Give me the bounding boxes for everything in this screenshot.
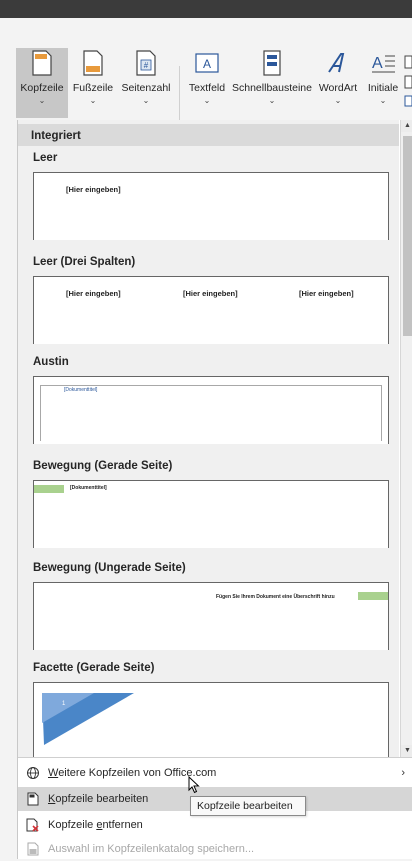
- header-dropdown-panel: Integriert Leer [Hier eingeben] Leer (Dr…: [17, 120, 412, 859]
- chevron-right-icon: ›: [401, 767, 405, 779]
- header-remove-icon: [18, 818, 48, 832]
- facette-shape: [42, 693, 134, 745]
- title-bar: [0, 0, 412, 18]
- globe-icon: [18, 766, 48, 780]
- quick-parts-button[interactable]: Schnellbausteine ⌄: [232, 48, 312, 118]
- footer-icon: [78, 48, 108, 78]
- gallery-scrollbar[interactable]: ▲ ▼: [400, 120, 412, 757]
- chevron-down-icon: ⌄: [334, 96, 342, 105]
- gallery-item-austin[interactable]: [Dokumenttitel]: [33, 376, 389, 444]
- menu-item-label: Kopfzeile entfernen: [48, 819, 143, 831]
- header-button-label: Kopfzeile: [20, 82, 64, 94]
- svg-text:A: A: [203, 57, 211, 71]
- ribbon-overflow: [404, 54, 412, 114]
- page-number-icon: #: [131, 48, 161, 78]
- placeholder-text: [Dokumenttitel]: [64, 387, 98, 393]
- menu-item-label: Auswahl im Kopfzeilenkatalog speichern..…: [48, 843, 255, 855]
- austin-frame: [40, 385, 382, 441]
- menu-divider: [18, 757, 412, 758]
- header-gallery: Integriert Leer [Hier eingeben] Leer (Dr…: [18, 120, 399, 757]
- textbox-icon: A: [192, 48, 222, 78]
- header-button[interactable]: Kopfzeile ⌄: [16, 48, 68, 118]
- green-accent-bar: [358, 592, 388, 600]
- quick-parts-icon: [257, 48, 287, 78]
- dropcap-button-label: Initiale: [367, 82, 399, 94]
- chevron-down-icon: ⌄: [38, 96, 46, 105]
- menu-item-label: Kopfzeile bearbeiten: [48, 793, 149, 805]
- chevron-down-icon: ⌄: [268, 96, 276, 105]
- scroll-down-icon[interactable]: ▼: [401, 745, 412, 757]
- dropcap-icon: A: [368, 48, 398, 78]
- save-to-gallery-icon: [18, 842, 48, 856]
- chevron-down-icon: ⌄: [379, 96, 387, 105]
- textbox-button-label: Textfeld: [188, 82, 226, 94]
- gallery-item-leer[interactable]: [Hier eingeben]: [33, 172, 389, 240]
- placeholder-text: [Hier eingeben]: [66, 289, 121, 298]
- placeholder-text: [Hier eingeben]: [66, 185, 121, 194]
- svg-text:#: #: [144, 61, 149, 70]
- green-accent-bar: [34, 485, 64, 493]
- gallery-section-header: Integriert: [18, 124, 399, 146]
- chevron-down-icon: ⌄: [89, 96, 97, 105]
- gallery-item-title: Austin: [33, 356, 69, 368]
- gallery-item-title: Facette (Gerade Seite): [33, 662, 155, 674]
- gallery-item-bewegung-gerade[interactable]: [Dokumenttitel]: [33, 480, 389, 548]
- gallery-item-leer-drei-spalten[interactable]: [Hier eingeben] [Hier eingeben] [Hier ei…: [33, 276, 389, 344]
- dropcap-button[interactable]: A Initiale ⌄: [364, 48, 402, 118]
- quick-parts-button-label: Schnellbausteine: [232, 82, 312, 94]
- gallery-item-bewegung-ungerade[interactable]: Fügen Sie Ihrem Dokument eine Überschrif…: [33, 582, 389, 650]
- placeholder-text: [Dokumenttitel]: [70, 485, 107, 491]
- gallery-item-title: Leer (Drei Spalten): [33, 256, 136, 268]
- gallery-item-title: Bewegung (Gerade Seite): [33, 460, 173, 472]
- chevron-down-icon: ⌄: [203, 96, 211, 105]
- scroll-up-icon[interactable]: ▲: [401, 120, 412, 132]
- placeholder-text: Fügen Sie Ihrem Dokument eine Überschrif…: [216, 594, 335, 600]
- header-icon: [27, 48, 57, 78]
- save-selection-menu-item[interactable]: Auswahl im Kopfzeilenkatalog speichern..…: [18, 837, 412, 861]
- chevron-down-icon: ⌄: [142, 96, 150, 105]
- header-edit-icon: [18, 792, 48, 806]
- wordart-button[interactable]: WordArt ⌄: [314, 48, 362, 118]
- page-number-text: 1: [62, 701, 66, 707]
- wordart-icon: [323, 48, 353, 78]
- scrollbar-thumb[interactable]: [403, 136, 412, 336]
- gallery-item-title: Leer: [33, 152, 58, 164]
- gallery-item-title: Bewegung (Ungerade Seite): [33, 562, 186, 574]
- insert-ribbon: Kopfzeile ⌄ Fußzeile ⌄ # Seitenzahl ⌄ A …: [0, 18, 412, 136]
- footer-button-label: Fußzeile: [72, 82, 114, 94]
- textbox-button[interactable]: A Textfeld ⌄: [184, 48, 230, 118]
- tooltip: Kopfzeile bearbeiten: [190, 796, 306, 816]
- remove-header-menu-item[interactable]: Kopfzeile entfernen: [18, 813, 412, 837]
- footer-button[interactable]: Fußzeile ⌄: [70, 48, 116, 118]
- page-number-button[interactable]: # Seitenzahl ⌄: [118, 48, 174, 118]
- placeholder-text: [Hier eingeben]: [183, 289, 238, 298]
- gallery-item-facette-gerade[interactable]: 1: [33, 682, 389, 757]
- placeholder-text: [Hier eingeben]: [299, 289, 354, 298]
- svg-text:A: A: [372, 55, 383, 72]
- page-number-button-label: Seitenzahl: [121, 82, 171, 94]
- wordart-button-label: WordArt: [318, 82, 358, 94]
- more-headers-office-menu-item[interactable]: Weitere Kopfzeilen von Office.com ›: [18, 761, 412, 785]
